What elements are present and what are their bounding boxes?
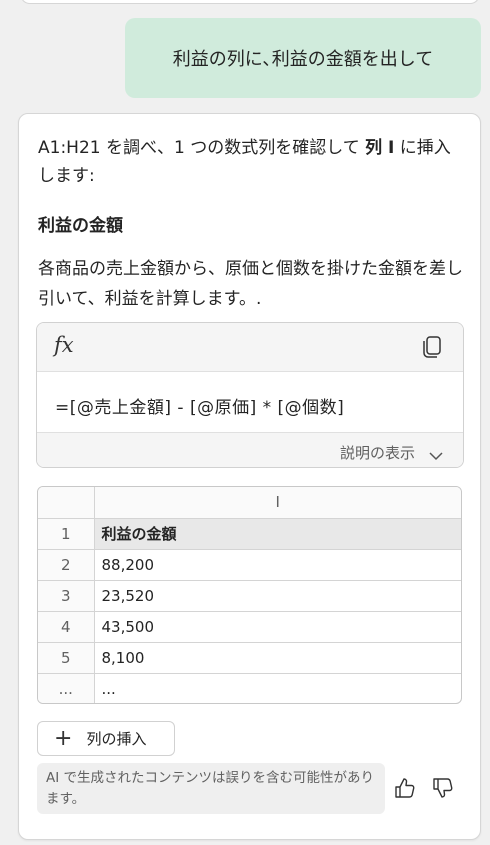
cell-value: 43,500 xyxy=(94,611,461,643)
table-row: 3 23,520 xyxy=(38,580,461,612)
plus-icon: + xyxy=(54,725,73,751)
ai-disclaimer: AI で生成されたコンテンツは誤りを含む可能性があります。 xyxy=(37,763,385,814)
response-intro: A1:H21 を調べ、1 つの数式列を確認して 列 I に挿入します: xyxy=(38,134,463,190)
formula-description: 各商品の売上金額から、原価と個数を掛けた金額を差し引いて、利益を計算します。. xyxy=(38,259,463,309)
row-number: ... xyxy=(38,673,95,703)
insert-column-button[interactable]: + 列の挿入 xyxy=(37,721,175,756)
insert-column-label: 列の挿入 xyxy=(86,730,147,748)
table-row: ... ... xyxy=(38,673,461,703)
table-row: 4 43,500 xyxy=(38,611,461,643)
row-number: 2 xyxy=(38,549,95,581)
cell-value: 23,520 xyxy=(94,580,461,612)
row-number: 5 xyxy=(38,642,95,674)
formula-header: fx xyxy=(37,323,463,372)
thumbs-up-icon[interactable] xyxy=(394,776,416,804)
row-number: 4 xyxy=(38,611,95,643)
column-header: I xyxy=(94,487,461,519)
user-message-bubble: 利益の列に､利益の金額を出して xyxy=(125,18,481,98)
formula-box: fx =[@売上金額] - [@原価] * [@個数] 説明の表示 xyxy=(36,322,464,468)
cell-value: 利益の金額 xyxy=(94,518,461,550)
table-row: 5 8,100 xyxy=(38,642,461,674)
show-explanation-bar[interactable]: 説明の表示 xyxy=(37,432,463,467)
fx-icon: fx xyxy=(54,333,74,357)
thumbs-down-icon[interactable] xyxy=(432,776,454,804)
cell-value: 88,200 xyxy=(94,549,461,581)
row-number: 1 xyxy=(38,518,95,550)
preview-grid: I 1 利益の金額 2 88,200 3 23,520 4 43,500 5 8… xyxy=(37,486,462,704)
row-number: 3 xyxy=(38,580,95,612)
table-row: 2 88,200 xyxy=(38,549,461,581)
section-title: 利益の金額 xyxy=(38,216,123,236)
copy-icon[interactable] xyxy=(421,335,443,363)
intro-column-name: 列 I xyxy=(365,138,395,158)
assistant-response-card: A1:H21 を調べ、1 つの数式列を確認して 列 I に挿入します: 利益の金… xyxy=(18,113,481,840)
chevron-down-icon[interactable] xyxy=(429,446,443,465)
previous-message-card xyxy=(20,0,480,4)
show-explanation-button[interactable]: 説明の表示 xyxy=(340,442,415,463)
intro-text: A1:H21 を調べ、1 つの数式列を確認して xyxy=(38,138,366,158)
grid-header-row: I xyxy=(38,487,461,519)
table-row: 1 利益の金額 xyxy=(38,518,461,550)
grid-corner-cell xyxy=(38,487,95,519)
user-message-text: 利益の列に､利益の金額を出して xyxy=(172,49,434,70)
cell-value: 8,100 xyxy=(94,642,461,674)
formula-text: =[@売上金額] - [@原価] * [@個数] xyxy=(55,398,345,418)
cell-value: ... xyxy=(101,679,116,698)
